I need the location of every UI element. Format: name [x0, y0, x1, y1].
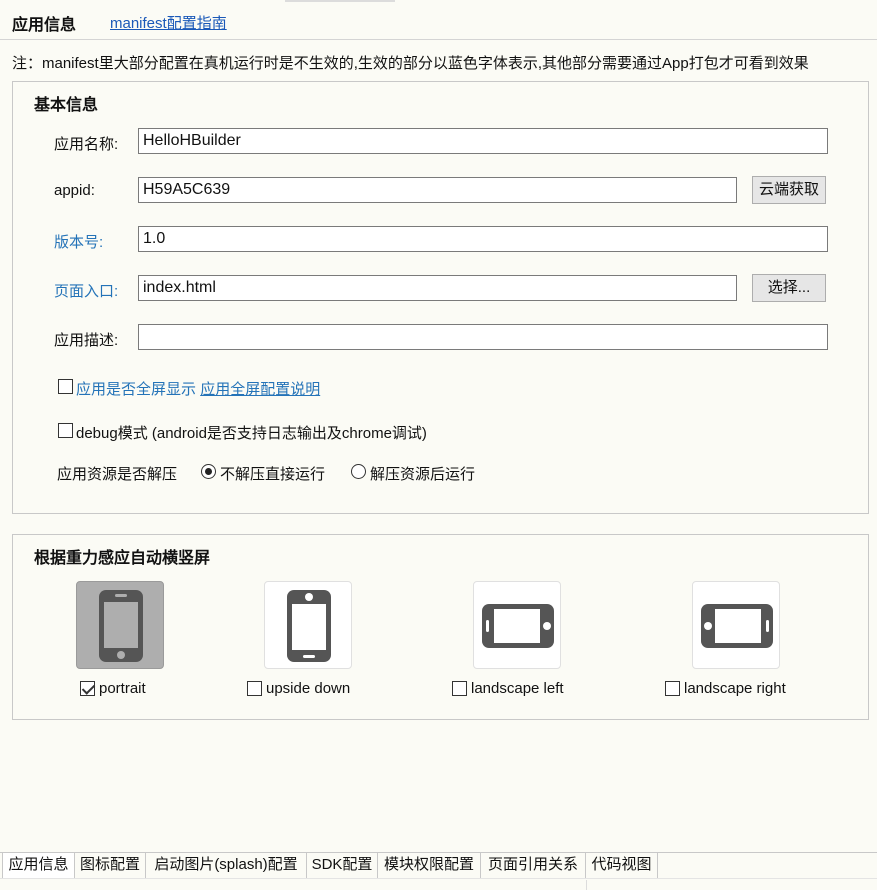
orientation-landscape-right-tile[interactable]: [692, 581, 780, 669]
tab-icon-config[interactable]: 图标配置: [75, 853, 146, 879]
tab-splash-config[interactable]: 启动图片(splash)配置: [146, 853, 307, 879]
unpack-option-extract-label: 解压资源后运行: [370, 466, 476, 483]
orientation-landscape-left-tile[interactable]: [473, 581, 561, 669]
manifest-note: 注：manifest里大部分配置在真机运行时是不生效的,生效的部分以蓝色字体表示…: [12, 55, 809, 72]
tab-code-view[interactable]: 代码视图: [586, 853, 658, 879]
tab-page-references[interactable]: 页面引用关系: [481, 853, 586, 879]
unpack-option-direct-radio[interactable]: [201, 464, 216, 479]
unpack-label: 应用资源是否解压: [57, 466, 178, 483]
landscape-right-checkbox[interactable]: [665, 681, 680, 696]
page-title: 应用信息: [12, 17, 77, 34]
orientation-group: 根据重力感应自动横竖屏 portrait upside down landsca…: [12, 534, 869, 720]
portrait-checkbox[interactable]: [80, 681, 95, 696]
version-label: 版本号:: [54, 234, 104, 251]
appid-label: appid:: [54, 182, 95, 199]
phone-upside-down-icon: [287, 590, 331, 662]
entry-input[interactable]: [138, 275, 737, 301]
orientation-upside-down-tile[interactable]: [264, 581, 352, 669]
debug-label: debug模式 (android是否支持日志输出及chrome调试): [76, 425, 427, 442]
tab-app-info[interactable]: 应用信息: [2, 853, 75, 879]
portrait-label: portrait: [99, 680, 146, 697]
unpack-option-extract-radio[interactable]: [351, 464, 366, 479]
landscape-right-label: landscape right: [684, 680, 786, 697]
description-label: 应用描述:: [54, 332, 119, 349]
tab-sdk-config[interactable]: SDK配置: [307, 853, 378, 879]
landscape-left-checkbox[interactable]: [452, 681, 467, 696]
choose-entry-button[interactable]: 选择...: [752, 274, 826, 302]
fullscreen-label: 应用是否全屏显示 应用全屏配置说明: [76, 378, 320, 399]
phone-landscape-right-icon: [701, 604, 773, 648]
upside-down-label: upside down: [266, 680, 351, 697]
version-input[interactable]: [138, 226, 828, 252]
basic-info-title: 基本信息: [34, 97, 99, 114]
orientation-title: 根据重力感应自动横竖屏: [34, 550, 211, 567]
app-name-input[interactable]: [138, 128, 828, 154]
fullscreen-checkbox[interactable]: [58, 379, 73, 394]
app-name-label: 应用名称:: [54, 136, 119, 153]
bottom-tick: [586, 880, 587, 890]
editor-tab-bar: 应用信息 图标配置 启动图片(splash)配置 SDK配置 模块权限配置 页面…: [0, 852, 877, 879]
landscape-left-label: landscape left: [471, 680, 564, 697]
bottom-divider: [0, 878, 877, 879]
manifest-guide-link[interactable]: manifest配置指南: [110, 12, 227, 33]
tab-module-permissions[interactable]: 模块权限配置: [378, 853, 481, 879]
description-input[interactable]: [138, 324, 828, 350]
orientation-portrait-tile[interactable]: [76, 581, 164, 669]
phone-landscape-left-icon: [482, 604, 554, 648]
unpack-option-direct-label: 不解压直接运行: [220, 466, 326, 483]
upside-down-checkbox[interactable]: [247, 681, 262, 696]
header-bar: 应用信息 manifest配置指南: [0, 0, 877, 40]
manifest-editor: 应用信息 manifest配置指南 注：manifest里大部分配置在真机运行时…: [0, 0, 877, 890]
debug-checkbox[interactable]: [58, 423, 73, 438]
fullscreen-help-link[interactable]: 应用全屏配置说明: [200, 381, 320, 398]
basic-info-group: 基本信息 应用名称: appid: 云端获取 版本号: 页面入口: 选择... …: [12, 81, 869, 514]
cloud-fetch-button[interactable]: 云端获取: [752, 176, 826, 204]
fullscreen-text: 应用是否全屏显示: [76, 381, 197, 398]
appid-input[interactable]: [138, 177, 737, 203]
entry-label: 页面入口:: [54, 283, 119, 300]
phone-portrait-icon: [99, 590, 143, 662]
